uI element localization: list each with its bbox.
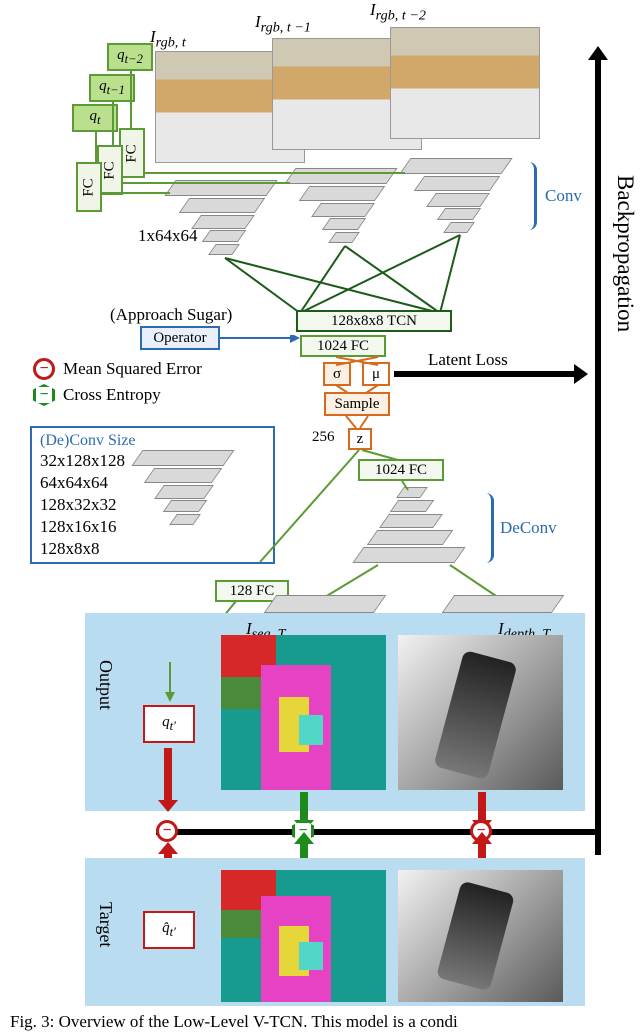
- qhat-box: q̂t′: [143, 911, 195, 949]
- label-conv: Conv: [545, 186, 582, 206]
- arrow-seg-to-loss: [300, 792, 308, 820]
- brace-deconv: [480, 493, 494, 563]
- fc1024-box: 1024 FC: [300, 335, 386, 357]
- line-fc-stack: [145, 172, 405, 174]
- q-t1-box: qt−1: [89, 74, 135, 102]
- label-operator-example: (Approach Sugar): [110, 305, 232, 325]
- sample-z-lines: [320, 383, 400, 443]
- loss-bar: [156, 829, 598, 835]
- deconv-sizes: 32x128x128 64x64x64 128x32x32 128x16x16 …: [40, 450, 125, 560]
- label-output: Output: [95, 660, 116, 710]
- label-feature-shape: 1x64x64: [138, 226, 198, 246]
- line-fc-stack: [102, 192, 170, 194]
- tcn-box: 128x8x8 TCN: [296, 310, 452, 332]
- mse-icon: −: [33, 358, 55, 380]
- diagram-canvas: Irgb, t Irgb, t −1 Irgb, t −2 qt−2 qt−1 …: [0, 0, 640, 1035]
- line-q-fc: [95, 132, 97, 162]
- seg-target: [221, 870, 386, 1002]
- arrow-to-qprime: [163, 662, 179, 704]
- seg-out-plate: [264, 595, 387, 613]
- img-rgb-t2: [390, 27, 540, 139]
- backprop-arrow: [595, 60, 601, 855]
- fc1024b-box: 1024 FC: [358, 459, 444, 481]
- label-Irgb-t1: Irgb, t −1: [255, 12, 311, 36]
- figure-caption: Fig. 3: Overview of the Low-Level V-TCN.…: [10, 1012, 458, 1032]
- ce-icon: −: [33, 384, 55, 406]
- mse-node-q: −: [156, 820, 178, 842]
- q-t2-box: qt−2: [107, 43, 153, 71]
- label-latent-loss: Latent Loss: [428, 350, 508, 370]
- legend-stack-icon: [137, 450, 237, 550]
- legend-ce: − Cross Entropy: [33, 384, 161, 406]
- seg-output: [221, 635, 386, 790]
- label-Irgb-t: Irgb, t: [150, 27, 186, 51]
- label-Irgb-t2: Irgb, t −2: [370, 0, 426, 24]
- depth-output: [398, 635, 563, 790]
- operator-arrow: [218, 335, 300, 345]
- deconv-title: (De)Conv Size: [40, 432, 136, 450]
- latent-loss-arrow: [394, 371, 574, 377]
- qprime-box: qt′: [143, 705, 195, 743]
- depth-out-plate: [442, 595, 565, 613]
- label-target: Target: [95, 902, 116, 947]
- line-q-fc: [130, 71, 132, 128]
- operator-box: Operator: [140, 326, 220, 350]
- line-fc-stack: [123, 182, 290, 184]
- label-deconv: DeConv: [500, 518, 557, 538]
- arrow-q-to-loss: [164, 748, 172, 800]
- fc-box-t: FC: [76, 162, 102, 212]
- arrow-depth-to-loss: [478, 792, 486, 820]
- deconv-size-legend: (De)Conv Size 32x128x128 64x64x64 128x32…: [30, 426, 275, 564]
- label-backprop: Backpropagation: [612, 175, 638, 332]
- depth-target: [398, 870, 563, 1002]
- sigma-mu-cross: [318, 355, 398, 373]
- brace-conv: [523, 162, 537, 230]
- line-q-fc: [112, 102, 114, 145]
- legend-mse: − Mean Squared Error: [33, 358, 202, 380]
